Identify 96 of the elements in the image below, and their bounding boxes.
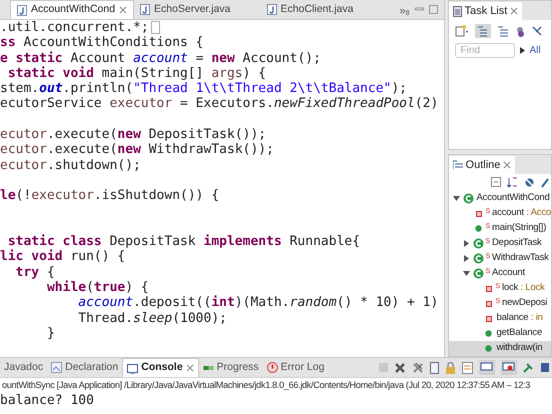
collapsed-arrow-icon[interactable] xyxy=(462,255,470,262)
folded-imports-marker[interactable] xyxy=(150,21,160,34)
sort-icon[interactable] xyxy=(507,176,518,188)
class-icon xyxy=(473,238,484,249)
document-icon[interactable] xyxy=(462,362,473,374)
display-icon[interactable] xyxy=(540,362,550,373)
code-line: ecutor.execute(new WithdrawTask()); xyxy=(0,142,274,158)
java-file-icon xyxy=(266,4,277,15)
item-label: DepositTask xyxy=(492,236,542,250)
all-link[interactable]: All xyxy=(530,43,541,58)
editor-tab[interactable]: EchoServer.java xyxy=(134,0,261,19)
code-line: ecutorService executor = Executors.newFixedThreadPool(2) xyxy=(0,96,438,112)
public-method-icon xyxy=(485,330,492,337)
java-file-icon xyxy=(17,4,27,16)
console-output: balance? 100 xyxy=(0,392,95,409)
item-label: lock : Lock xyxy=(502,281,545,296)
code-line: } xyxy=(46,326,55,342)
remove-all-icon[interactable] xyxy=(412,362,424,374)
public-method-icon xyxy=(485,345,492,352)
item-label: WithdrawTask xyxy=(492,251,549,266)
code-line: ecutor.execute(new DepositTask()); xyxy=(0,127,266,142)
editor-tab[interactable]: AccountWithCond xyxy=(10,0,134,19)
console-icon[interactable] xyxy=(479,360,495,375)
close-icon[interactable] xyxy=(510,7,518,15)
private-field-icon xyxy=(486,316,492,322)
tab-label: Outline xyxy=(466,158,500,173)
outline-icon xyxy=(452,160,463,170)
editor-tab[interactable]: EchoClient.java xyxy=(260,0,384,19)
outline-item[interactable]: AccountWithCond xyxy=(448,191,551,206)
error-log-icon xyxy=(266,362,278,373)
pin-icon[interactable] xyxy=(523,362,534,373)
item-label: withdraw(in xyxy=(496,341,542,356)
hide-fields-icon[interactable] xyxy=(524,176,535,188)
new-task-icon[interactable] xyxy=(454,25,469,37)
hide-static-icon[interactable] xyxy=(541,176,549,188)
item-label: newDeposi xyxy=(502,296,548,310)
code-line: ecutor.shutdown(); xyxy=(0,158,141,173)
categorized-icon[interactable] xyxy=(474,24,491,38)
outline-item[interactable]: balance : in xyxy=(448,311,551,326)
code-line: e static Account account = new Account(); xyxy=(0,50,321,66)
collapse-icon[interactable] xyxy=(532,26,542,36)
item-label: balance : in xyxy=(496,311,543,326)
panel-tab[interactable]: Error Log xyxy=(262,358,328,377)
item-label: Account xyxy=(492,266,525,280)
item-label: main(String[]) xyxy=(492,221,546,236)
code-line: stem.out.println("Thread 1\t\tThread 2\t\tBalance"); xyxy=(0,81,408,96)
task-list-tab[interactable]: Task List xyxy=(448,2,522,20)
item-label: account : Acco xyxy=(492,206,551,220)
console-error-icon[interactable] xyxy=(501,360,517,375)
code-line: Thread.sleep(1000); xyxy=(77,310,227,326)
code-line: static class DepositTask implements Runnable{ xyxy=(8,234,360,250)
people-icon[interactable] xyxy=(514,26,526,36)
code-line: account.deposit((int)(Math.random() * 10) + 1) xyxy=(77,295,438,311)
panel-tab[interactable]: Javadoc xyxy=(0,358,48,377)
close-icon[interactable] xyxy=(119,6,128,14)
public-method-icon xyxy=(475,225,482,232)
scheduled-icon[interactable] xyxy=(496,25,509,37)
expanded-arrow-icon[interactable] xyxy=(452,195,460,202)
outline-item[interactable]: withdraw(in xyxy=(448,341,551,356)
private-field-icon xyxy=(476,210,482,216)
code-line: ss AccountWithConditions { xyxy=(0,35,204,51)
code-line: try { xyxy=(14,264,55,280)
lock-icon[interactable] xyxy=(445,362,456,374)
declaration-icon xyxy=(51,362,62,373)
panel-tab[interactable]: Declaration xyxy=(47,358,122,377)
class-icon xyxy=(473,268,484,279)
java-file-icon xyxy=(140,4,150,15)
outline-tab[interactable]: Outline xyxy=(448,156,516,174)
panel-tab[interactable]: Console xyxy=(122,358,199,377)
code-line: static void main(String[] args) { xyxy=(6,66,266,82)
tab-label: Task List xyxy=(464,4,508,19)
class-icon xyxy=(473,253,484,264)
item-label: AccountWithCond xyxy=(476,191,550,206)
collapsed-arrow-icon[interactable] xyxy=(462,240,470,247)
more-tabs-button[interactable]: » xyxy=(399,3,406,20)
class-icon xyxy=(463,193,474,204)
private-field-icon xyxy=(486,300,492,306)
outline-item[interactable]: getBalance xyxy=(448,326,551,341)
clipboard-icon[interactable] xyxy=(430,362,439,374)
item-label: getBalance xyxy=(496,326,542,340)
panel-tab[interactable]: Progress xyxy=(198,358,263,377)
launch-description: ountWithSync [Java Application] /Library/Java/JavaVirtualMachines/jdk1.8.0_66.jdk/Contents/Home/bin/java (Jul 20, 2020 12:37:55 AM – 12:3 xyxy=(1,379,531,392)
code-line: .util.concurrent.*; xyxy=(0,20,149,36)
expanded-arrow-icon[interactable] xyxy=(462,270,470,277)
clipboard-icon xyxy=(452,6,462,16)
triangle-icon[interactable] xyxy=(520,47,525,54)
code-line: lic void run() { xyxy=(0,249,126,265)
remove-launch-icon[interactable] xyxy=(394,362,406,374)
code-line: while(true) { xyxy=(46,280,149,296)
collapse-all-icon[interactable] xyxy=(491,177,501,187)
find-field[interactable]: Find xyxy=(454,43,515,58)
close-icon[interactable] xyxy=(186,364,194,372)
close-icon[interactable] xyxy=(503,161,512,169)
console-icon xyxy=(127,362,138,374)
private-field-icon xyxy=(486,286,492,292)
code-line: le(!executor.isShutdown()) { xyxy=(0,188,220,204)
